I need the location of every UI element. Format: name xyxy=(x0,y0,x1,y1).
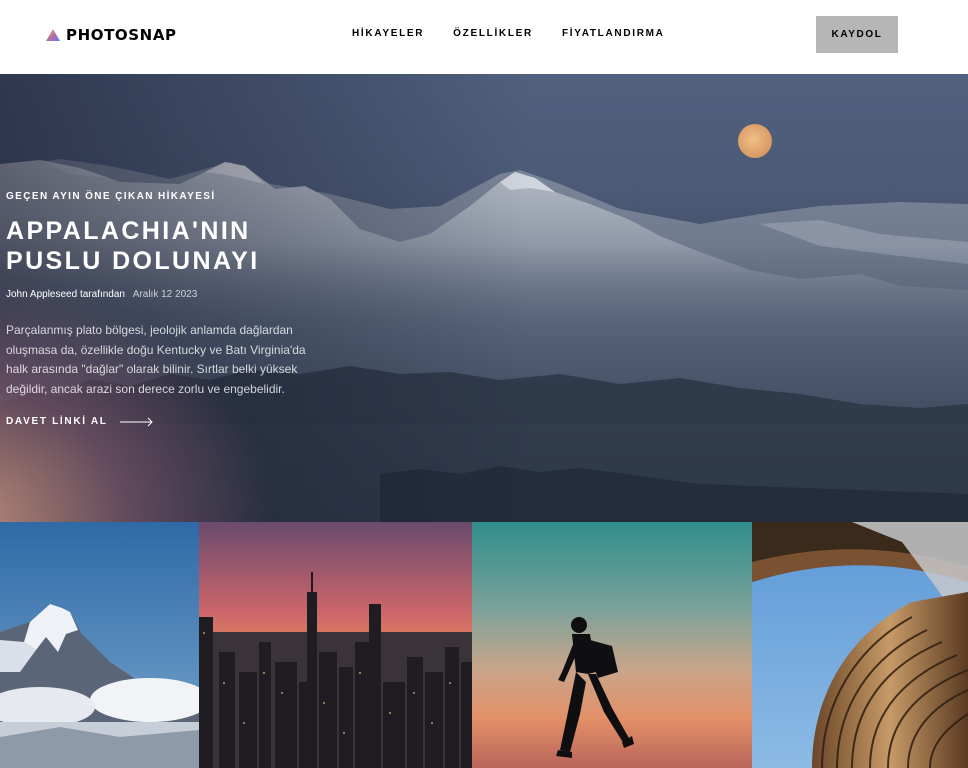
nav-link-pricing[interactable]: FİYATLANDIRMA xyxy=(562,28,665,39)
gallery-tile-architecture[interactable] xyxy=(752,522,968,768)
gallery-tile-city[interactable] xyxy=(199,522,472,768)
brand-name: PHOTOSNAP xyxy=(66,26,177,44)
hero-section: GEÇEN AYIN ÖNE ÇIKAN HİKAYESİ APPALACHIA… xyxy=(0,74,968,522)
photo-gallery xyxy=(0,522,968,768)
arrow-right-icon xyxy=(119,417,153,426)
mountain-photo xyxy=(0,522,199,768)
invite-link-label: DAVET LİNKİ AL xyxy=(6,416,108,427)
brand-logo[interactable]: PHOTOSNAP xyxy=(46,26,177,44)
nav-link-stories[interactable]: HİKAYELER xyxy=(352,28,424,39)
story-meta: John Appleseed tarafından Aralık 12 2023 xyxy=(6,289,197,300)
signup-button[interactable]: KAYDOL xyxy=(816,16,898,53)
hero-description: Parçalanmış plato bölgesi, jeolojik anla… xyxy=(6,323,306,396)
gallery-tile-mountain[interactable] xyxy=(0,522,199,768)
gallery-tile-hiker[interactable] xyxy=(472,522,752,768)
architecture-photo xyxy=(752,522,968,768)
story-date: Aralık 12 2023 xyxy=(132,289,198,300)
featured-eyebrow: GEÇEN AYIN ÖNE ÇIKAN HİKAYESİ xyxy=(6,191,216,202)
city-skyline-photo xyxy=(199,522,472,768)
triangle-gradient-icon xyxy=(46,29,60,41)
nav-link-features[interactable]: ÖZELLİKLER xyxy=(453,28,533,39)
site-header: PHOTOSNAP HİKAYELER ÖZELLİKLER FİYATLAND… xyxy=(0,0,968,74)
main-nav: HİKAYELER ÖZELLİKLER FİYATLANDIRMA xyxy=(352,28,665,39)
story-author: John Appleseed tarafından xyxy=(6,289,125,300)
hiker-silhouette-photo xyxy=(472,522,752,768)
hero-title: APPALACHIA'NIN PUSLU DOLUNAYI xyxy=(6,217,260,275)
get-invite-link[interactable]: DAVET LİNKİ AL xyxy=(6,416,154,427)
